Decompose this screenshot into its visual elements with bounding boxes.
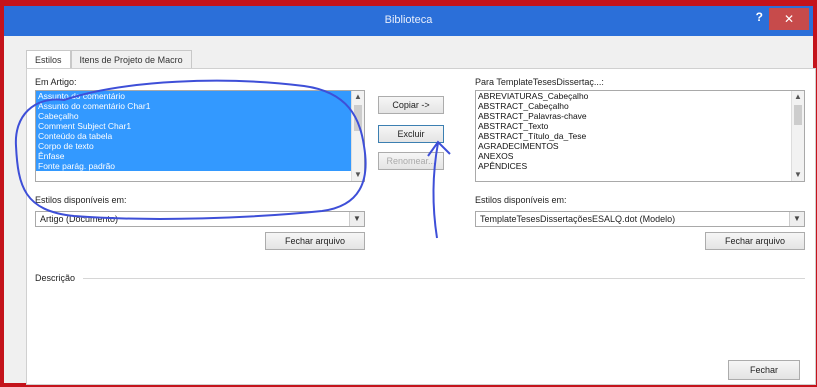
- target-list-scrollbar[interactable]: ▲ ▼: [791, 91, 804, 181]
- list-item[interactable]: Comment Subject Char1: [36, 121, 364, 131]
- description-divider: [83, 278, 805, 279]
- close-dialog-button[interactable]: Fechar: [728, 360, 800, 380]
- list-item[interactable]: ABREVIATURAS_Cabeçalho: [476, 91, 804, 101]
- list-item[interactable]: ANEXOS: [476, 151, 804, 161]
- target-template-select[interactable]: TemplateTesesDissertaçõesESALQ.dot (Mode…: [475, 211, 805, 227]
- window-title: Biblioteca: [384, 14, 433, 26]
- list-item[interactable]: Fonte parág. padrão: [36, 161, 364, 171]
- source-document-value: Artigo (Documento): [40, 214, 119, 224]
- source-styles-list[interactable]: Assunto do comentário Assunto do comentá…: [35, 90, 365, 182]
- source-document-select[interactable]: Artigo (Documento) ▼: [35, 211, 365, 227]
- list-item[interactable]: ABSTRACT_Texto: [476, 121, 804, 131]
- tab-estilos[interactable]: Estilos: [26, 50, 71, 69]
- list-item[interactable]: AGRADECIMENTOS: [476, 141, 804, 151]
- dialog-window: Biblioteca ? ✕ Estilos Itens de Projeto …: [0, 0, 817, 387]
- rename-button[interactable]: Renomear...: [378, 152, 444, 170]
- arrow-up-icon[interactable]: ▲: [352, 91, 364, 103]
- title-bar: Biblioteca ? ✕: [4, 6, 813, 36]
- close-target-file-button[interactable]: Fechar arquivo: [705, 232, 805, 250]
- list-item[interactable]: Ênfase: [36, 151, 364, 161]
- list-item[interactable]: Conteúdo da tabela: [36, 131, 364, 141]
- source-list-scrollbar[interactable]: ▲ ▼: [351, 91, 364, 181]
- target-list-label: Para TemplateTesesDissertaç...:: [475, 77, 604, 87]
- list-item[interactable]: ABSTRACT_Título_da_Tese: [476, 131, 804, 141]
- arrow-down-icon[interactable]: ▼: [352, 169, 364, 181]
- source-available-label: Estilos disponíveis em:: [35, 195, 127, 205]
- chevron-down-icon[interactable]: ▼: [789, 212, 804, 226]
- list-item[interactable]: APÊNDICES: [476, 161, 804, 171]
- list-item[interactable]: ABSTRACT_Palavras-chave: [476, 111, 804, 121]
- scroll-thumb[interactable]: [794, 105, 802, 125]
- copy-button[interactable]: Copiar ->: [378, 96, 444, 114]
- list-item[interactable]: Corpo de texto: [36, 141, 364, 151]
- list-item[interactable]: Cabeçalho: [36, 111, 364, 121]
- chevron-down-icon[interactable]: ▼: [349, 212, 364, 226]
- arrow-up-icon[interactable]: ▲: [792, 91, 804, 103]
- list-item[interactable]: ABSTRACT_Cabeçalho: [476, 101, 804, 111]
- scroll-thumb[interactable]: [354, 105, 362, 131]
- target-template-value: TemplateTesesDissertaçõesESALQ.dot (Mode…: [480, 214, 676, 224]
- source-list-label: Em Artigo:: [35, 77, 77, 87]
- tab-itens-projeto-macro[interactable]: Itens de Projeto de Macro: [70, 50, 192, 69]
- target-styles-list[interactable]: ABREVIATURAS_Cabeçalho ABSTRACT_Cabeçalh…: [475, 90, 805, 182]
- styles-panel: Em Artigo: Assunto do comentário Assunto…: [26, 68, 816, 385]
- help-button[interactable]: ?: [756, 10, 763, 24]
- list-item[interactable]: Assunto do comentário: [36, 91, 364, 101]
- target-available-label: Estilos disponíveis em:: [475, 195, 567, 205]
- delete-button[interactable]: Excluir: [378, 125, 444, 143]
- description-label: Descrição: [35, 273, 76, 283]
- dialog-content: Estilos Itens de Projeto de Macro Em Art…: [4, 36, 816, 385]
- close-window-button[interactable]: ✕: [769, 8, 809, 30]
- close-source-file-button[interactable]: Fechar arquivo: [265, 232, 365, 250]
- tab-strip: Estilos Itens de Projeto de Macro: [26, 50, 192, 69]
- arrow-down-icon[interactable]: ▼: [792, 169, 804, 181]
- list-item[interactable]: Assunto do comentário Char1: [36, 101, 364, 111]
